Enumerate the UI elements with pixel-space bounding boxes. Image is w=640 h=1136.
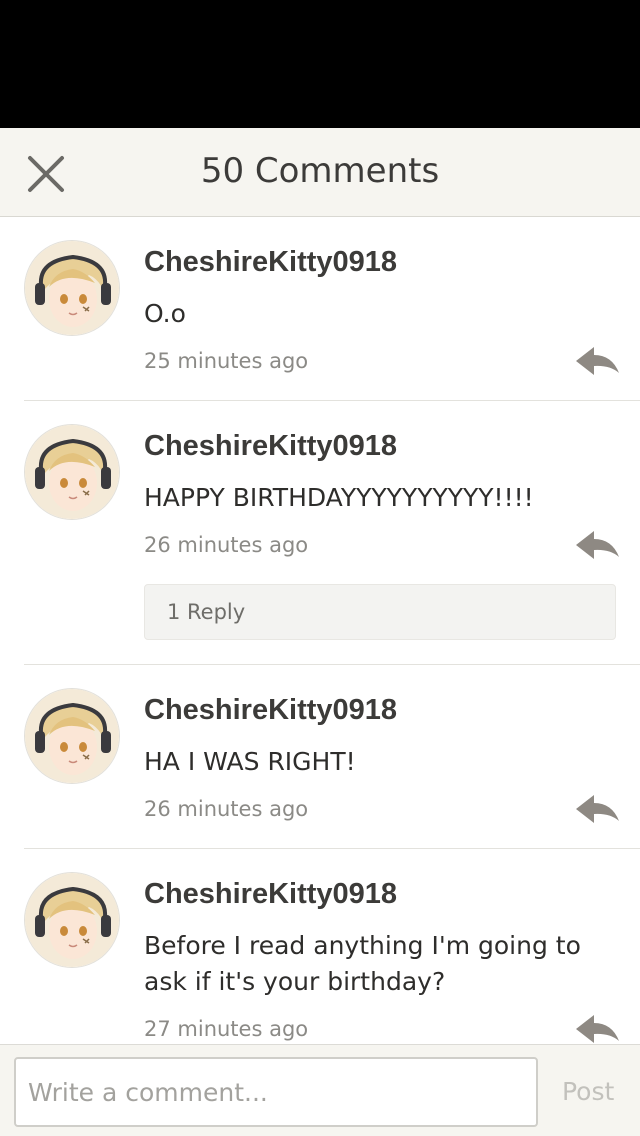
status-bar — [0, 0, 640, 128]
comment-list: CheshireKitty0918 O.o 25 minutes ago Che… — [0, 218, 640, 1044]
avatar[interactable] — [24, 240, 120, 336]
divider — [24, 400, 640, 401]
page-title: 50 Comments — [200, 151, 440, 191]
comment-timestamp: 27 minutes ago — [144, 1017, 309, 1041]
comment-item: CheshireKitty0918 HAPPY BIRTHDAYYYYYYYYY… — [0, 402, 640, 666]
divider — [24, 664, 640, 665]
comment-author[interactable]: CheshireKitty0918 — [144, 428, 397, 464]
avatar[interactable] — [24, 688, 120, 784]
post-button[interactable]: Post — [562, 1075, 614, 1109]
reply-icon[interactable] — [574, 792, 620, 826]
reply-icon[interactable] — [574, 1012, 620, 1044]
comment-input[interactable] — [14, 1057, 538, 1127]
comments-header: 50 Comments — [0, 128, 640, 217]
divider — [24, 848, 640, 849]
avatar[interactable] — [24, 872, 120, 968]
comment-author[interactable]: CheshireKitty0918 — [144, 692, 397, 728]
reply-icon[interactable] — [574, 528, 620, 562]
avatar[interactable] — [24, 424, 120, 520]
comment-text: HAPPY BIRTHDAYYYYYYYYYY!!!! — [144, 483, 534, 512]
comment-timestamp: 25 minutes ago — [144, 349, 309, 373]
comment-item: CheshireKitty0918 Before I read anything… — [0, 850, 640, 1044]
comment-text: Before I read anything I'm going to ask … — [144, 931, 581, 996]
comment-timestamp: 26 minutes ago — [144, 533, 309, 557]
avatar-image — [25, 689, 119, 783]
avatar-image — [25, 425, 119, 519]
comment-text: O.o — [144, 299, 186, 328]
comment-item: CheshireKitty0918 O.o 25 minutes ago — [0, 218, 640, 402]
comment-text: HA I WAS RIGHT! — [144, 747, 356, 776]
comment-author[interactable]: CheshireKitty0918 — [144, 244, 397, 280]
view-replies-button[interactable]: 1 Reply — [144, 584, 616, 640]
comment-timestamp: 26 minutes ago — [144, 797, 309, 821]
comment-item: CheshireKitty0918 HA I WAS RIGHT! 26 min… — [0, 666, 640, 850]
comment-composer: Post — [0, 1044, 640, 1136]
reply-icon[interactable] — [574, 344, 620, 378]
avatar-image — [25, 873, 119, 967]
comment-author[interactable]: CheshireKitty0918 — [144, 876, 397, 912]
avatar-image — [25, 241, 119, 335]
